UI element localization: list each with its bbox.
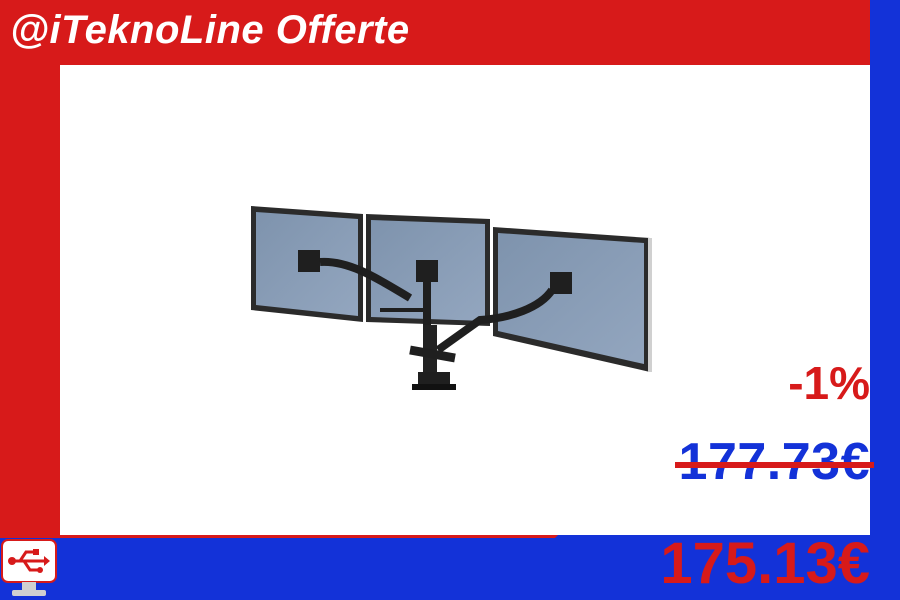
brand-title: @iTeknoLine Offerte [10,8,410,52]
discount-badge: -1% [788,357,870,409]
usb-monitor-logo-icon [1,539,57,596]
old-price: 177.73€ [674,432,874,492]
price-strikethrough [674,462,874,468]
new-price: 175.13€ [660,531,870,596]
triple-monitor-arm-image [251,206,652,390]
